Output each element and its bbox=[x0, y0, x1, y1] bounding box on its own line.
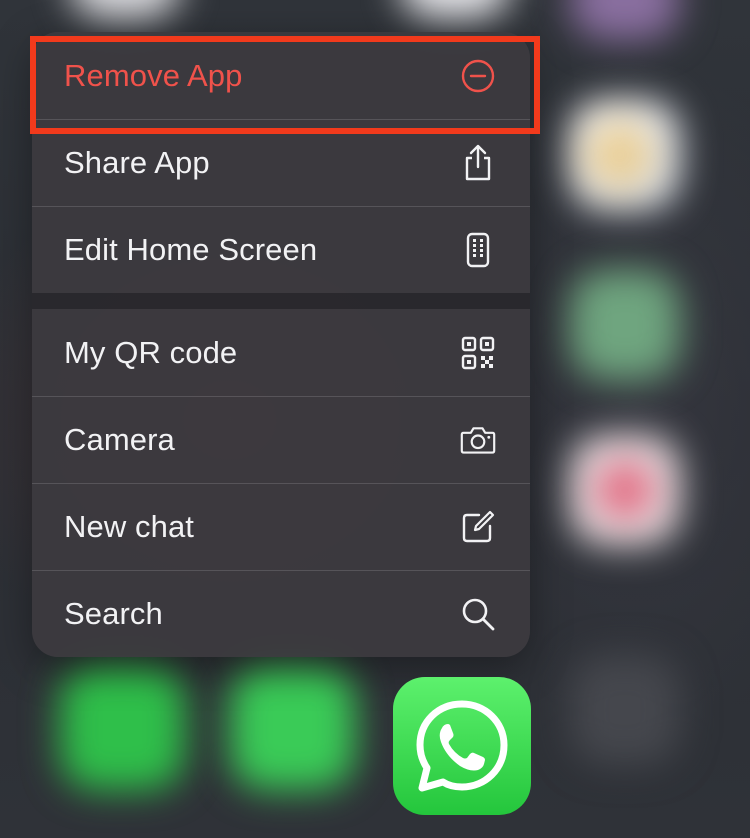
blurred-app-icon bbox=[570, 270, 680, 380]
camera-icon bbox=[460, 422, 496, 458]
menu-item-label: My QR code bbox=[64, 334, 238, 370]
search-menu-item[interactable]: Search bbox=[32, 570, 530, 657]
whatsapp-icon bbox=[416, 700, 508, 792]
menu-item-label: Edit Home Screen bbox=[64, 232, 318, 267]
blurred-app-icon bbox=[70, 0, 180, 20]
menu-item-label: New chat bbox=[64, 509, 195, 544]
search-icon bbox=[460, 596, 496, 632]
camera-menu-item[interactable]: Camera bbox=[32, 396, 530, 483]
menu-group-actions: My QR code Camera New chat Search bbox=[32, 309, 530, 657]
my-qr-code-menu-item[interactable]: My QR code bbox=[32, 309, 530, 396]
edit-home-screen-menu-item[interactable]: Edit Home Screen bbox=[32, 206, 530, 293]
menu-item-label: Camera bbox=[64, 422, 175, 457]
menu-group-app: Remove App Share App Edit Home Screen bbox=[32, 32, 530, 293]
qr-code-icon bbox=[460, 335, 496, 371]
compose-icon bbox=[460, 509, 496, 545]
share-app-menu-item[interactable]: Share App bbox=[32, 119, 530, 206]
remove-app-menu-item[interactable]: Remove App bbox=[32, 32, 530, 119]
new-chat-menu-item[interactable]: New chat bbox=[32, 483, 530, 570]
menu-item-label: Search bbox=[64, 596, 163, 631]
blurred-app-icon bbox=[585, 120, 655, 190]
minus-circle-icon bbox=[460, 58, 496, 94]
menu-item-label: Share App bbox=[64, 145, 210, 180]
share-icon bbox=[460, 144, 496, 181]
blurred-app-icon bbox=[570, 655, 680, 765]
blurred-app-icon bbox=[595, 460, 655, 520]
blurred-app-icon bbox=[230, 665, 355, 790]
menu-group-separator bbox=[32, 293, 530, 309]
blurred-app-icon bbox=[570, 0, 680, 40]
menu-item-label: Remove App bbox=[64, 57, 243, 93]
app-context-menu: Remove App Share App Edit Home Screen My… bbox=[32, 32, 530, 657]
whatsapp-app-icon[interactable] bbox=[393, 677, 531, 815]
blurred-app-icon bbox=[400, 0, 510, 20]
blurred-app-icon bbox=[60, 665, 185, 790]
phone-grid-icon bbox=[460, 232, 496, 268]
